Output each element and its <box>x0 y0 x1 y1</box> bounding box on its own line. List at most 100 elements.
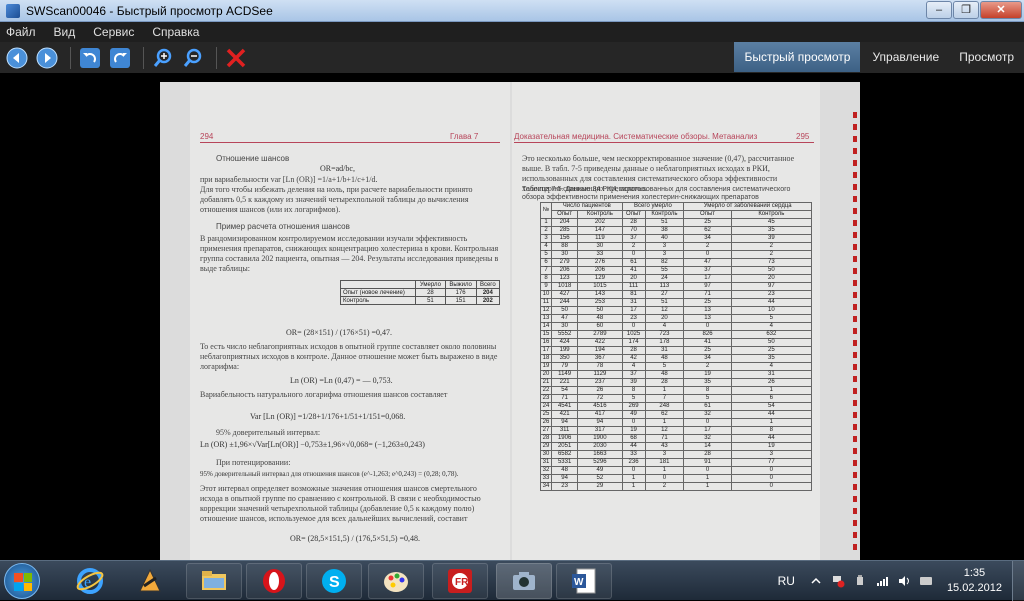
zoom-out-button[interactable] <box>180 45 206 71</box>
table-cell: 39 <box>621 378 646 387</box>
language-indicator[interactable]: RU <box>778 574 795 588</box>
tab-quick-view[interactable]: Быстрый просмотр <box>734 42 861 72</box>
menu-tools[interactable]: Сервис <box>93 25 134 39</box>
table-cell: 68 <box>621 434 646 443</box>
table-cell: 0 <box>644 474 685 483</box>
table-cell: 4516 <box>577 402 623 411</box>
paragraph-rct: В рандомизированном контролируемом иссле… <box>200 234 499 273</box>
clock[interactable]: 1:35 15.02.2012 <box>947 566 1002 596</box>
taskbar-winamp[interactable] <box>122 563 178 599</box>
winamp-icon <box>139 568 161 592</box>
table-cell: 119 <box>577 234 623 243</box>
chevron-up-icon[interactable] <box>809 574 823 588</box>
table-cell: 45 <box>730 218 813 227</box>
table-cell: 2030 <box>577 442 623 451</box>
table-cell: 350 <box>551 354 579 363</box>
rotate-left-button[interactable] <box>77 45 103 71</box>
action-center-flag-icon[interactable] <box>831 574 845 588</box>
menu-view[interactable]: Вид <box>54 25 76 39</box>
taskbar-finereader[interactable]: FR <box>432 563 488 599</box>
taskbar-skype[interactable]: S <box>306 563 362 599</box>
back-button[interactable] <box>4 45 30 71</box>
table-row: 22 54 26 8 1 8 1 <box>539 386 813 395</box>
taskbar-word[interactable]: W <box>556 563 612 599</box>
table-cell: 70 <box>621 226 646 235</box>
table-cell: 78 <box>577 362 623 371</box>
maximize-button[interactable]: ❐ <box>953 1 979 19</box>
network-icon[interactable] <box>875 574 889 588</box>
internet-explorer-icon: e <box>76 568 104 594</box>
table-row: 17 199 194 28 31 25 25 <box>539 346 813 355</box>
menu-help[interactable]: Справка <box>152 25 199 39</box>
table-cell: 94 <box>551 474 579 483</box>
table-cell: 73 <box>730 258 813 267</box>
rotate-right-button[interactable] <box>107 45 133 71</box>
zoom-in-button[interactable] <box>150 45 176 71</box>
table-cell: 52 <box>577 474 623 483</box>
col-ctrl: Контроль <box>577 210 623 219</box>
table-cell: 202 <box>577 218 623 227</box>
image-viewer[interactable]: 294 Глава 7 Отношение шансов OR=ad/bc, п… <box>0 74 1024 560</box>
tab-view[interactable]: Просмотр <box>949 42 1024 72</box>
table-cell: 129 <box>577 274 623 283</box>
table-cell: 417 <box>577 410 623 419</box>
formula-var: Var [Ln (OR)] =1/28+1/176+1/51+1/151=0,0… <box>250 412 406 421</box>
table-row: 8 123 129 20 24 17 20 <box>539 274 813 283</box>
taskbar-opera[interactable] <box>246 563 302 599</box>
table-cell: 4 <box>730 362 813 371</box>
show-desktop-button[interactable] <box>1012 561 1024 601</box>
arrow-left-icon <box>6 47 28 68</box>
table-row: 2 285 147 70 38 62 35 <box>539 226 813 235</box>
keyboard-layout-icon[interactable] <box>919 574 933 588</box>
table-cell: 21 <box>539 378 553 387</box>
svg-text:S: S <box>329 574 340 591</box>
table-row: 12 50 50 17 12 13 10 <box>539 306 813 315</box>
volume-icon[interactable] <box>897 574 911 588</box>
left-book-page: 294 Глава 7 Отношение шансов OR=ad/bc, п… <box>190 82 510 560</box>
start-button[interactable] <box>4 563 40 599</box>
table-cell: 71 <box>551 394 579 403</box>
toolbar-separator <box>216 46 217 69</box>
paragraph-interval: Этот интервал определяет возможные значе… <box>200 484 481 523</box>
forward-button[interactable] <box>34 45 60 71</box>
table-cell: 20 <box>730 274 813 283</box>
table-cell: 0 <box>621 322 646 331</box>
table-cell: 1906 <box>551 434 579 443</box>
table-cell: 174 <box>621 338 646 347</box>
table-row: 16 424 422 174 178 41 50 <box>539 338 813 347</box>
table-cell: 31 <box>730 370 813 379</box>
table-cell: 48 <box>551 466 579 475</box>
minimize-button[interactable]: – <box>926 1 952 19</box>
table-row: 19 79 78 4 5 2 4 <box>539 362 813 371</box>
taskbar-explorer[interactable] <box>186 563 242 599</box>
table-row: 10 427 143 81 27 71 23 <box>539 290 813 299</box>
table-cell: 19 <box>621 426 646 435</box>
table-row: 29 2051 2030 44 43 14 19 <box>539 442 813 451</box>
svg-text:FR: FR <box>455 577 469 588</box>
close-button[interactable]: ✕ <box>980 1 1022 19</box>
table-cell: 97 <box>683 282 732 291</box>
taskbar-ie[interactable]: e <box>62 563 118 599</box>
table-cell: 50 <box>577 306 623 315</box>
usb-device-icon[interactable] <box>853 574 867 588</box>
table-cell: 6 <box>539 258 553 267</box>
table-cell: 55 <box>644 266 685 275</box>
paragraph-variability: Вариабельность натурального логарифма от… <box>200 390 448 399</box>
zoom-out-icon <box>183 48 202 67</box>
delete-button[interactable] <box>223 45 249 71</box>
table-cell: 27 <box>539 426 553 435</box>
table-cell: 12 <box>539 306 553 315</box>
table-cell: 723 <box>644 330 685 339</box>
table-cell: 33 <box>577 250 623 259</box>
formula-ln-or: Ln (OR) =Ln (0,47) = — 0,753. <box>290 376 393 385</box>
table-cell: 2 <box>683 242 732 251</box>
menu-file[interactable]: Файл <box>6 25 36 39</box>
tab-manage[interactable]: Управление <box>862 42 949 72</box>
table-cell: 19 <box>683 370 732 379</box>
table-cell: 1 <box>644 418 685 427</box>
table-cell: 82 <box>644 258 685 267</box>
taskbar-acdsee[interactable] <box>496 563 552 599</box>
table-row: 23 71 72 5 7 5 6 <box>539 394 813 403</box>
taskbar-paint[interactable] <box>368 563 424 599</box>
table-cell: 33 <box>621 450 646 459</box>
